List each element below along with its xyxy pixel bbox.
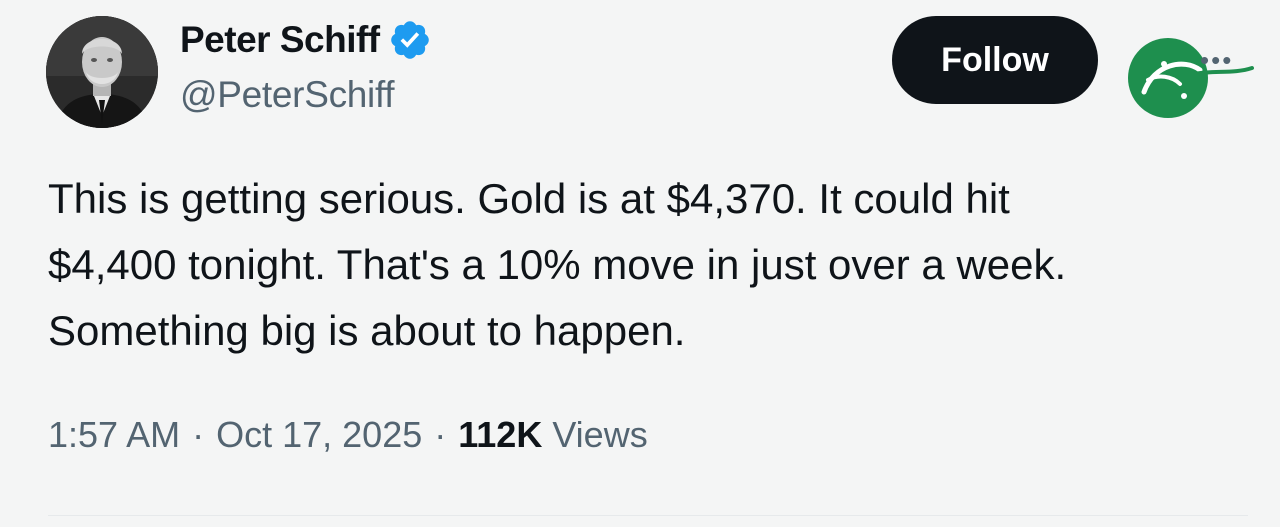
follow-button[interactable]: Follow (892, 16, 1098, 104)
watermark-logo (1128, 38, 1254, 118)
author-name-row: Peter Schiff (180, 18, 432, 62)
tweet-text: This is getting serious. Gold is at $4,3… (48, 175, 1067, 354)
views-count[interactable]: 112K (458, 414, 542, 456)
verified-badge-icon (390, 21, 429, 59)
avatar-photo (46, 16, 158, 128)
divider (48, 515, 1248, 516)
views-label: Views (552, 414, 648, 455)
author-display-name[interactable]: Peter Schiff (180, 19, 380, 61)
more-horizontal-icon[interactable]: ••• (1200, 47, 1233, 73)
tweet-card: Peter Schiff @PeterSchiff Follow ••• Thi… (0, 0, 1280, 527)
author-handle[interactable]: @PeterSchiff (180, 74, 395, 116)
meta-separator: · (192, 414, 205, 455)
meta-separator: · (434, 414, 447, 455)
avatar[interactable] (46, 16, 158, 128)
tweet-date[interactable]: Oct 17, 2025 (216, 414, 422, 456)
tweet-meta: 1:57 AM · Oct 17, 2025 · 112K Views (48, 414, 648, 456)
tweet-time[interactable]: 1:57 AM (48, 414, 180, 456)
